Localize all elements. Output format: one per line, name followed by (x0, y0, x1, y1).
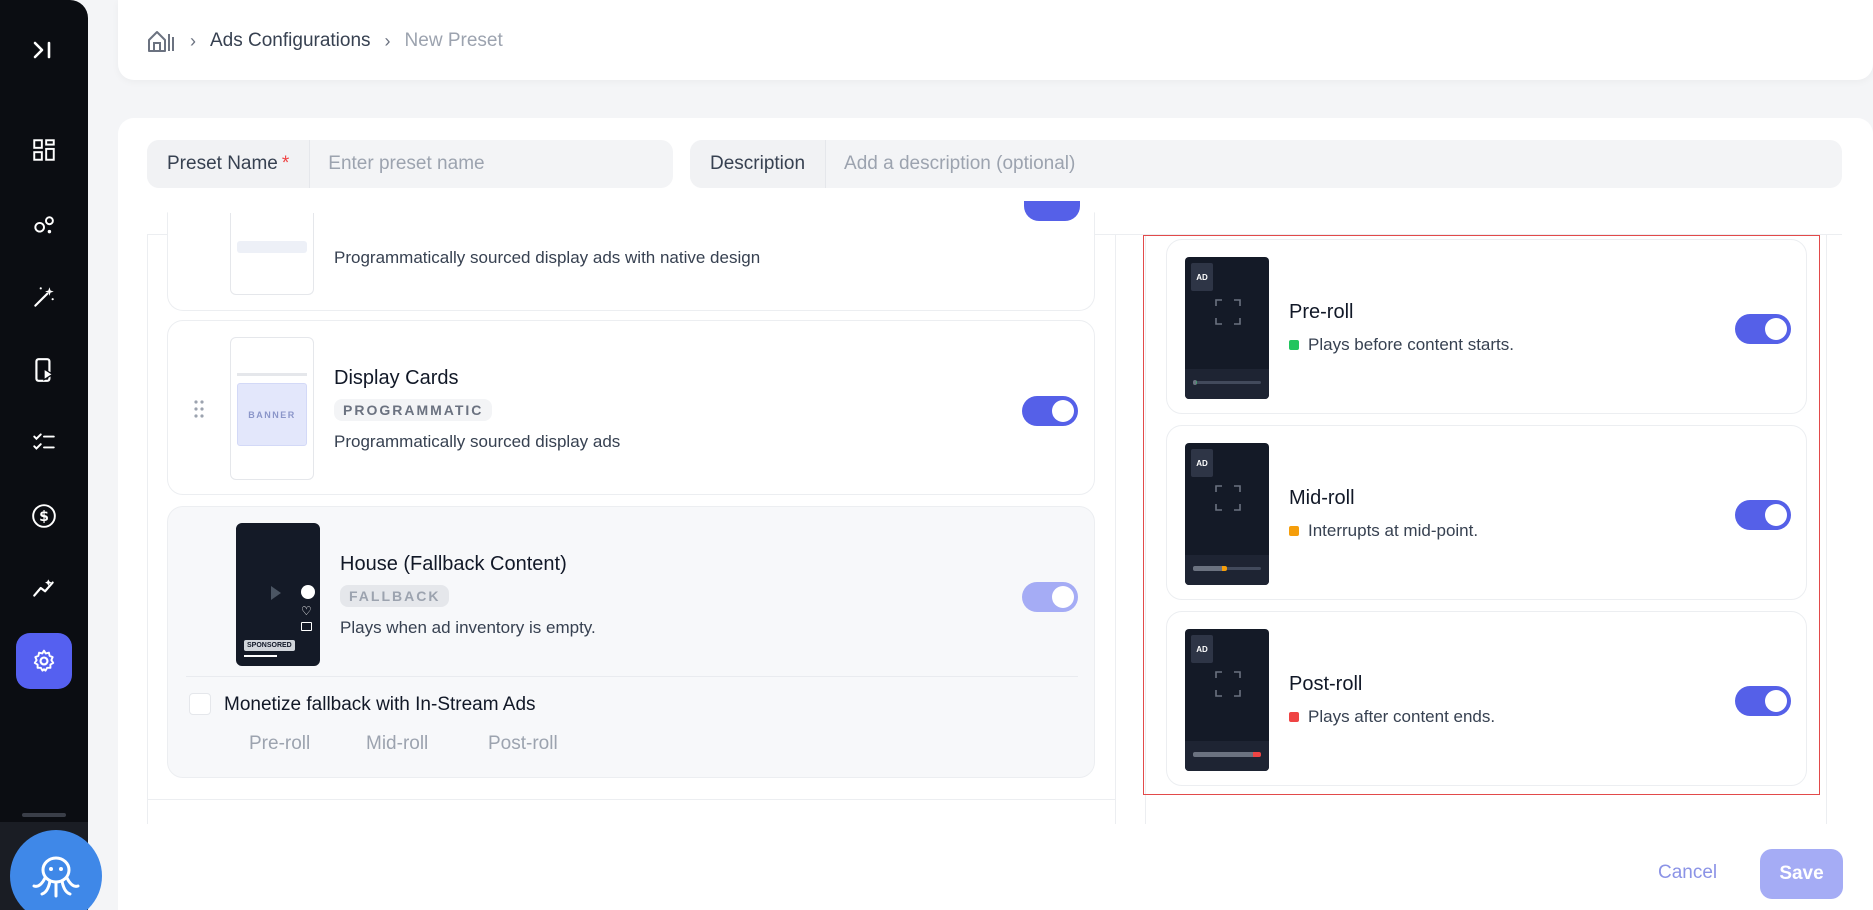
instream-title: Pre-roll (1289, 301, 1354, 323)
drag-handle-icon[interactable] (193, 399, 205, 419)
video-player-icon[interactable] (16, 342, 72, 398)
status-dot (1289, 340, 1299, 350)
description-label: Description (690, 140, 827, 188)
divider (1826, 234, 1827, 824)
ad-type-title: Display Cards (334, 367, 459, 389)
fallback-option-pre-roll[interactable]: Pre-roll (249, 733, 310, 755)
divider (147, 799, 1115, 800)
fallback-video-thumbnail: ♡ SPONSORED (236, 523, 320, 666)
divider (186, 676, 1078, 677)
post-roll-thumbnail: AD (1185, 629, 1269, 771)
breadcrumb-ads-configurations[interactable]: Ads Configurations (210, 30, 371, 52)
preset-name-input[interactable] (310, 140, 673, 188)
preset-name-label: Preset Name * (147, 140, 311, 188)
mid-roll-toggle[interactable] (1735, 500, 1791, 530)
ad-tag: AD (1191, 263, 1213, 291)
fullscreen-frame-icon (1215, 485, 1241, 511)
checklist-icon[interactable] (16, 414, 72, 470)
sponsored-label: SPONSORED (244, 640, 295, 651)
expand-sidebar-icon[interactable] (28, 36, 60, 64)
top-header: › Ads Configurations › New Preset (118, 0, 1873, 80)
breadcrumb: › Ads Configurations › New Preset (146, 28, 503, 54)
house-fallback-toggle[interactable] (1022, 582, 1078, 612)
magic-wand-icon[interactable] (16, 269, 72, 325)
instream-title: Mid-roll (1289, 487, 1355, 509)
description-field: Description (690, 140, 1842, 188)
banner-label: BANNER (237, 383, 307, 446)
pre-roll-thumbnail: AD (1185, 257, 1269, 399)
fullscreen-frame-icon (1215, 299, 1241, 325)
ad-tag: AD (1191, 635, 1213, 663)
ad-type-card-display-cards[interactable]: BANNER Display Cards PROGRAMMATIC Progra… (167, 320, 1095, 495)
progress-bar (1193, 752, 1261, 757)
fullscreen-frame-icon (1215, 671, 1241, 697)
analytics-icon[interactable] (16, 560, 72, 616)
divider (1115, 234, 1116, 824)
cancel-button[interactable]: Cancel (1658, 862, 1717, 884)
display-cards-toggle[interactable] (1022, 396, 1078, 426)
monetize-fallback-checkbox[interactable] (189, 693, 211, 715)
ad-type-badge: PROGRAMMATIC (334, 399, 493, 421)
preset-name-field: Preset Name * (147, 140, 673, 188)
settings-icon[interactable] (16, 633, 72, 689)
status-dot (1289, 526, 1299, 536)
sidebar-divider (22, 813, 66, 817)
native-display-thumbnail (230, 213, 314, 295)
post-roll-toggle[interactable] (1735, 686, 1791, 716)
progress-bar (1193, 380, 1197, 385)
pre-roll-toggle[interactable] (1735, 314, 1791, 344)
ad-type-description: Programmatically sourced display ads wit… (334, 248, 761, 267)
instream-description: Plays after content ends. (1289, 707, 1495, 727)
chevron-right-icon: › (384, 30, 391, 51)
ad-type-card-native-display[interactable]: Programmatically sourced display ads wit… (167, 201, 1095, 311)
display-cards-thumbnail: BANNER (230, 337, 314, 480)
breadcrumb-new-preset: New Preset (404, 30, 503, 51)
dashboard-icon[interactable] (16, 122, 72, 178)
native-display-toggle[interactable] (1024, 201, 1080, 221)
home-icon[interactable] (146, 28, 176, 54)
required-asterisk: * (281, 153, 290, 174)
play-icon (271, 586, 281, 600)
svg-text:$: $ (39, 509, 49, 525)
fallback-option-mid-roll[interactable]: Mid-roll (366, 733, 428, 755)
instream-description: Plays before content starts. (1289, 335, 1514, 355)
ad-type-description: Programmatically sourced display ads (334, 432, 621, 451)
ad-type-title: House (Fallback Content) (340, 553, 567, 575)
chevron-right-icon: › (190, 30, 196, 51)
integrations-icon[interactable] (16, 196, 72, 252)
divider (147, 234, 148, 824)
monetize-fallback-label: Monetize fallback with In-Stream Ads (224, 694, 536, 715)
ad-type-badge: FALLBACK (340, 585, 450, 607)
description-input[interactable] (826, 140, 1842, 188)
instream-description: Interrupts at mid-point. (1289, 521, 1478, 541)
mid-roll-thumbnail: AD (1185, 443, 1269, 585)
ad-tag: AD (1191, 449, 1213, 477)
instream-title: Post-roll (1289, 673, 1363, 695)
octopus-avatar-icon[interactable] (10, 830, 102, 910)
dollar-icon[interactable]: $ (16, 488, 72, 544)
sidebar: $ (0, 0, 88, 910)
status-dot (1289, 712, 1299, 722)
progress-bar (1193, 566, 1227, 571)
heart-icon: ♡ (301, 604, 312, 618)
instream-card-mid-roll[interactable]: AD Mid-roll Interrupts at mid-point. (1166, 425, 1807, 600)
instream-card-post-roll[interactable]: AD Post-roll Plays after content ends. (1166, 611, 1807, 786)
comment-icon (301, 622, 312, 631)
save-button[interactable]: Save (1760, 849, 1843, 899)
instream-card-pre-roll[interactable]: AD Pre-roll Plays before content starts. (1166, 239, 1807, 414)
ad-type-description: Plays when ad inventory is empty. (340, 618, 596, 637)
fallback-option-post-roll[interactable]: Post-roll (488, 733, 558, 755)
